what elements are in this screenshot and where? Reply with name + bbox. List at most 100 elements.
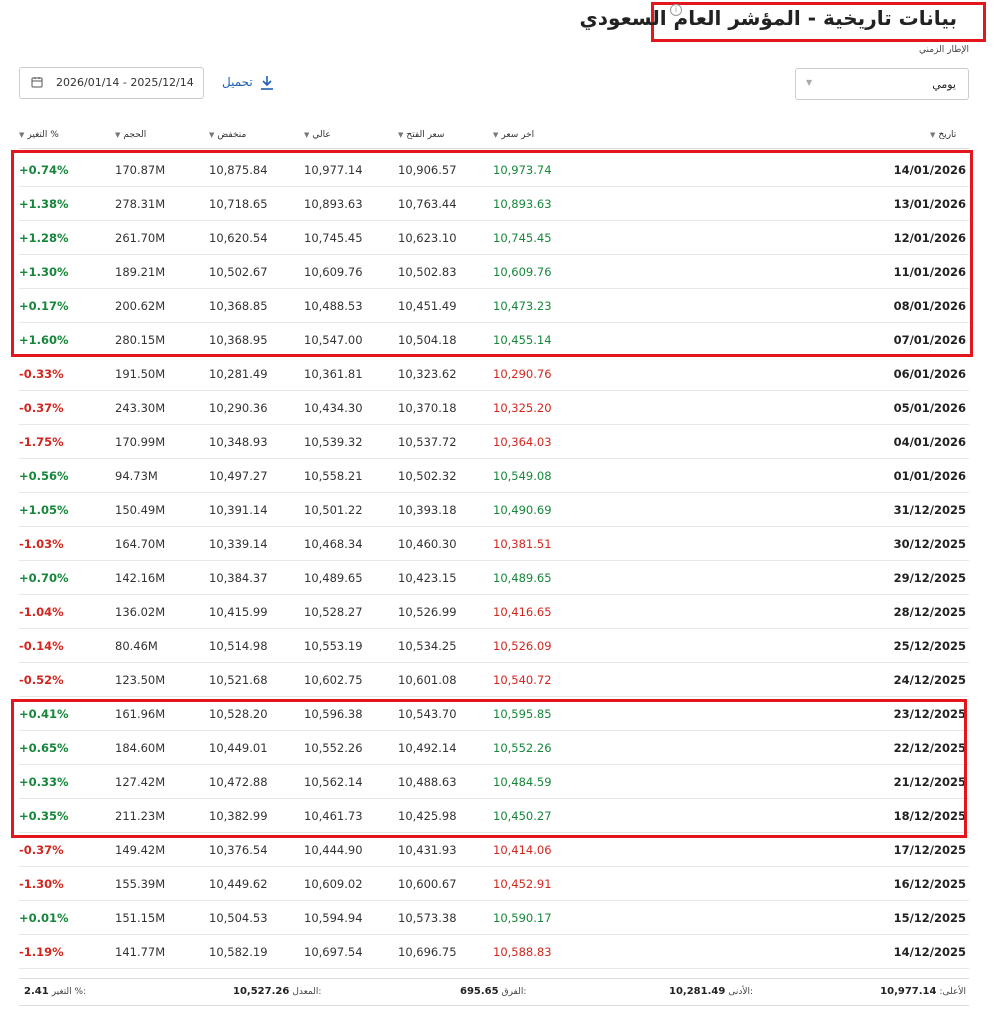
high-cell: 10,594.94 <box>304 911 363 925</box>
open-cell: 10,573.38 <box>398 911 457 925</box>
sort-icon: ▼ <box>19 131 25 139</box>
table-row: +0.70% 142.16M 10,384.37 10,489.65 10,423.15… <box>19 561 969 595</box>
last-price-cell: 10,452.91 <box>493 877 552 891</box>
volume-cell: 149.42M <box>115 843 166 857</box>
timeframe-value: يومي <box>932 78 956 91</box>
low-cell: 10,281.49 <box>209 367 268 381</box>
last-price-cell: 10,490.69 <box>493 503 552 517</box>
open-cell: 10,393.18 <box>398 503 457 517</box>
open-cell: 10,534.25 <box>398 639 457 653</box>
volume-cell: 243.30M <box>115 401 166 415</box>
table-row: +1.05% 150.49M 10,391.14 10,501.22 10,393.18… <box>19 493 969 527</box>
high-cell: 10,501.22 <box>304 503 363 517</box>
low-cell: 10,497.27 <box>209 469 268 483</box>
volume-cell: 136.02M <box>115 605 166 619</box>
open-cell: 10,502.32 <box>398 469 457 483</box>
last-price-cell: 10,540.72 <box>493 673 552 687</box>
low-cell: 10,504.53 <box>209 911 268 925</box>
open-cell: 10,431.93 <box>398 843 457 857</box>
date-range-picker[interactable]: 2026/01/14 - 2025/12/14 <box>19 67 204 99</box>
page-title: بيانات تاريخية - المؤشر العام السعودي <box>579 6 957 30</box>
column-header-date[interactable]: ▼ تاريخ <box>930 130 956 140</box>
column-header-change[interactable]: ▼ التغير % <box>19 130 59 140</box>
header-divider <box>19 148 969 149</box>
download-label: تحميل <box>222 75 253 89</box>
column-header-last[interactable]: ▼ اخر سعر <box>493 130 534 140</box>
low-cell: 10,415.99 <box>209 605 268 619</box>
date-cell: 24/12/2025 <box>893 673 966 687</box>
date-cell: 01/01/2026 <box>893 469 966 483</box>
chevron-down-icon: ▼ <box>806 78 813 87</box>
volume-cell: 141.77M <box>115 945 166 959</box>
column-header-high[interactable]: ▼ عالي <box>304 130 331 140</box>
column-header-low[interactable]: ▼ منخفض <box>209 130 246 140</box>
table-row: -1.19% 141.77M 10,582.19 10,697.54 10,696.75… <box>19 935 969 969</box>
volume-cell: 155.39M <box>115 877 166 891</box>
date-cell: 16/12/2025 <box>893 877 966 891</box>
change-cell: -1.19% <box>19 945 64 959</box>
sort-icon: ▼ <box>209 131 215 139</box>
summary-low: 10,281.49 الأدنى: <box>669 986 754 997</box>
change-cell: +0.56% <box>19 469 69 483</box>
high-cell: 10,434.30 <box>304 401 363 415</box>
highlight-box-top <box>11 150 973 357</box>
calendar-icon <box>31 77 43 88</box>
table-row: -1.04% 136.02M 10,415.99 10,528.27 10,526.99… <box>19 595 969 629</box>
last-price-cell: 10,489.65 <box>493 571 552 585</box>
sort-icon: ▼ <box>493 131 499 139</box>
last-price-cell: 10,526.09 <box>493 639 552 653</box>
high-cell: 10,602.75 <box>304 673 363 687</box>
column-header-volume[interactable]: ▼ الحجم <box>115 130 146 140</box>
low-cell: 10,582.19 <box>209 945 268 959</box>
summary-diff: 695.65 الفرق: <box>460 986 527 997</box>
volume-cell: 150.49M <box>115 503 166 517</box>
sort-icon: ▼ <box>930 131 936 139</box>
open-cell: 10,537.72 <box>398 435 457 449</box>
table-row: -0.14% 80.46M 10,514.98 10,553.19 10,534.25 1… <box>19 629 969 663</box>
change-cell: -1.30% <box>19 877 64 891</box>
last-price-cell: 10,414.06 <box>493 843 552 857</box>
change-cell: -0.37% <box>19 843 64 857</box>
last-price-cell: 10,549.08 <box>493 469 552 483</box>
sort-icon: ▼ <box>398 131 404 139</box>
change-cell: -0.14% <box>19 639 64 653</box>
change-cell: -1.04% <box>19 605 64 619</box>
change-cell: -1.75% <box>19 435 64 449</box>
summary-change: 2.41 التغير %: <box>24 986 87 997</box>
title-highlight-box: بيانات تاريخية - المؤشر العام السعودي <box>579 2 986 42</box>
date-cell: 17/12/2025 <box>893 843 966 857</box>
table-row: -0.33% 191.50M 10,281.49 10,361.81 10,323.62… <box>19 357 969 391</box>
sort-icon: ▼ <box>304 131 310 139</box>
last-price-cell: 10,590.17 <box>493 911 552 925</box>
last-price-cell: 10,364.03 <box>493 435 552 449</box>
open-cell: 10,601.08 <box>398 673 457 687</box>
table-row: -1.03% 164.70M 10,339.14 10,468.34 10,460.30… <box>19 527 969 561</box>
high-cell: 10,553.19 <box>304 639 363 653</box>
timeframe-select[interactable]: ▼ يومي <box>795 68 969 100</box>
volume-cell: 151.15M <box>115 911 166 925</box>
info-icon[interactable]: i <box>670 4 682 16</box>
date-cell: 28/12/2025 <box>893 605 966 619</box>
high-cell: 10,468.34 <box>304 537 363 551</box>
date-cell: 29/12/2025 <box>893 571 966 585</box>
open-cell: 10,370.18 <box>398 401 457 415</box>
high-cell: 10,361.81 <box>304 367 363 381</box>
summary-bar: الأعلى:10,977.14 10,281.49 الأدنى: 695.65… <box>19 978 969 1006</box>
date-cell: 06/01/2026 <box>893 367 966 381</box>
sort-icon: ▼ <box>115 131 121 139</box>
date-cell: 05/01/2026 <box>893 401 966 415</box>
high-cell: 10,609.02 <box>304 877 363 891</box>
column-header-open[interactable]: ▼ سعر الفتح <box>398 130 444 140</box>
download-icon <box>261 76 273 90</box>
date-cell: 04/01/2026 <box>893 435 966 449</box>
high-cell: 10,539.32 <box>304 435 363 449</box>
low-cell: 10,339.14 <box>209 537 268 551</box>
high-cell: 10,558.21 <box>304 469 363 483</box>
date-cell: 14/12/2025 <box>893 945 966 959</box>
open-cell: 10,600.67 <box>398 877 457 891</box>
low-cell: 10,376.54 <box>209 843 268 857</box>
change-cell: -0.52% <box>19 673 64 687</box>
open-cell: 10,460.30 <box>398 537 457 551</box>
open-cell: 10,526.99 <box>398 605 457 619</box>
high-cell: 10,489.65 <box>304 571 363 585</box>
